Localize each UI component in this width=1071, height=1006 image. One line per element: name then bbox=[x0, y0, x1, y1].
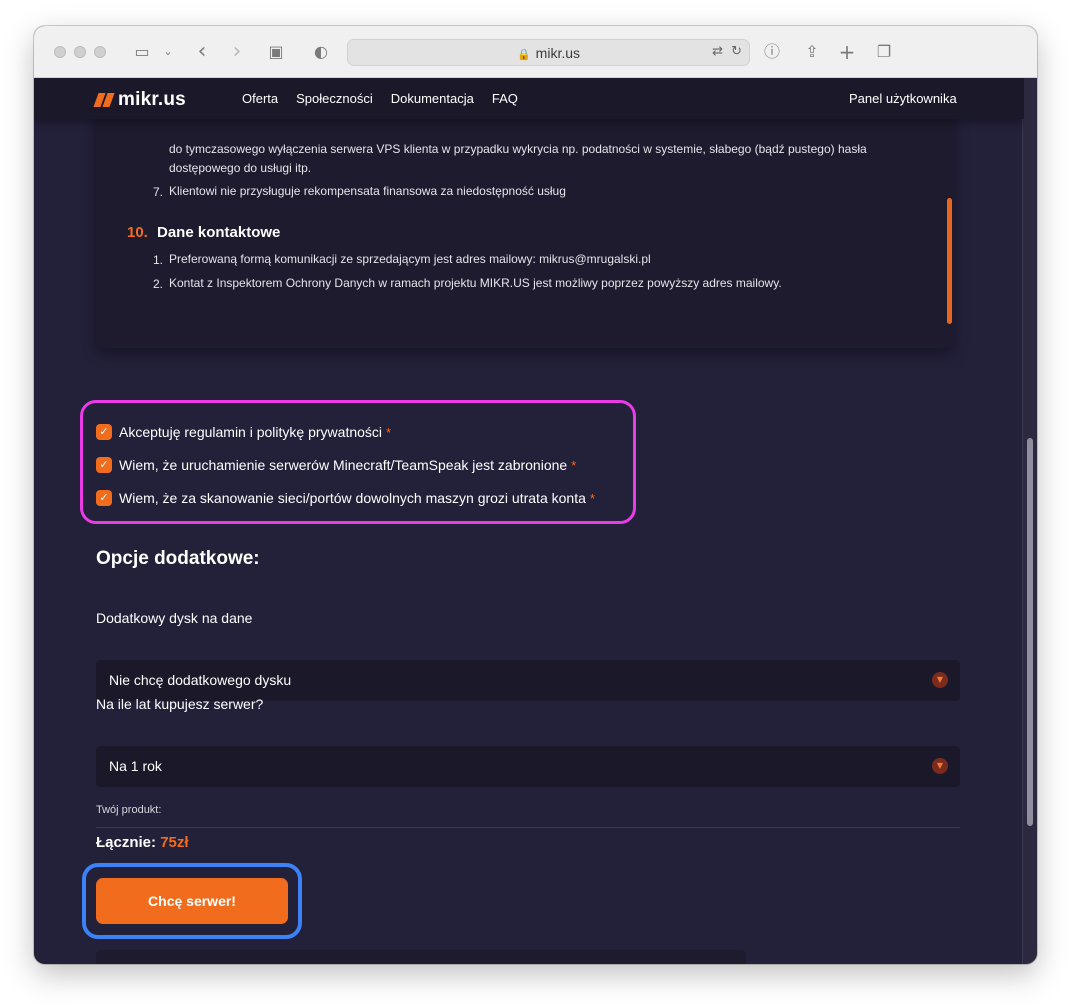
product-label: Twój produkt: bbox=[96, 804, 162, 816]
consent-scan-row[interactable]: ✓ Wiem, że za skanowanie sieci/portów do… bbox=[96, 490, 595, 506]
minimize-window-button[interactable] bbox=[74, 46, 86, 58]
section-title: Dane kontaktowe bbox=[157, 224, 281, 241]
nav-link-spolecznosci[interactable]: Społeczności bbox=[296, 91, 373, 106]
nav-link-dokumentacja[interactable]: Dokumentacja bbox=[391, 91, 474, 106]
zoom-window-button[interactable] bbox=[94, 46, 106, 58]
forward-icon[interactable]: › bbox=[225, 40, 249, 64]
required-marker: * bbox=[571, 457, 577, 473]
years-select-value: Na 1 rok bbox=[109, 758, 162, 774]
required-marker: * bbox=[589, 490, 595, 506]
info-icon[interactable]: ⓘ bbox=[760, 40, 784, 64]
disk-select[interactable]: Nie chcę dodatkowego dysku ▼ bbox=[96, 660, 960, 701]
nav-links: Oferta Społeczności Dokumentacja FAQ bbox=[242, 91, 518, 106]
consent-minecraft-row[interactable]: ✓ Wiem, że uruchamienie serwerów Minecra… bbox=[96, 457, 576, 473]
contact-item-2: Kontat z Inspektorem Ochrony Danych w ra… bbox=[169, 276, 782, 290]
chevron-down-icon: ▼ bbox=[932, 672, 948, 688]
shield-icon[interactable]: ◐ bbox=[309, 40, 333, 64]
top-nav: mikr.us Oferta Społeczności Dokumentacja… bbox=[34, 78, 1024, 119]
share-icon[interactable]: ⇪ bbox=[800, 40, 824, 64]
required-marker: * bbox=[386, 424, 392, 440]
checkbox-terms[interactable]: ✓ bbox=[96, 424, 112, 440]
terms-item-7-number: 7. bbox=[153, 185, 164, 199]
terms-item-6-line2: dostępowego do usługi itp. bbox=[169, 161, 312, 175]
terms-item-7: Klientowi nie przysługuje rekompensata f… bbox=[169, 184, 566, 198]
total-label: Łącznie: bbox=[96, 834, 157, 851]
tabs-overview-icon[interactable]: ❐ bbox=[872, 40, 896, 64]
section-number: 10. bbox=[127, 224, 148, 241]
contact-item-1-number: 1. bbox=[153, 253, 164, 267]
address-bar[interactable]: 🔒 mikr.us ⇄ ↻ bbox=[347, 39, 750, 66]
lock-icon: 🔒 bbox=[516, 48, 531, 61]
logo-icon bbox=[93, 93, 115, 107]
checkbox-terms-label: Akceptuję regulamin i politykę prywatnoś… bbox=[119, 424, 383, 440]
page-content: do tymczasowego wyłączenia serwera VPS k… bbox=[34, 78, 1024, 964]
options-heading: Opcje dodatkowe: bbox=[96, 548, 260, 569]
new-tab-icon[interactable]: + bbox=[835, 40, 859, 64]
reload-icon[interactable]: ↻ bbox=[731, 44, 742, 59]
years-label: Na ile lat kupujesz serwer? bbox=[96, 696, 264, 712]
translate-icon[interactable]: ⇄ bbox=[712, 44, 723, 59]
chevron-down-icon[interactable]: ⌄ bbox=[156, 40, 180, 64]
divider bbox=[96, 827, 960, 828]
total-price: 75zł bbox=[160, 834, 189, 851]
browser-window: ▭ ⌄ ‹ › ▣ ◐ 🔒 mikr.us ⇄ ↻ ⓘ ⇪ + ❐ do tymc… bbox=[34, 26, 1037, 964]
bottom-card bbox=[96, 950, 746, 964]
checkbox-minecraft[interactable]: ✓ bbox=[96, 457, 112, 473]
chevron-down-icon: ▼ bbox=[932, 758, 948, 774]
nav-link-oferta[interactable]: Oferta bbox=[242, 91, 278, 106]
sidebar-icon[interactable]: ▭ bbox=[130, 40, 154, 64]
contact-item-2-number: 2. bbox=[153, 277, 164, 291]
checkbox-minecraft-label: Wiem, że uruchamienie serwerów Minecraft… bbox=[119, 457, 568, 473]
order-server-button[interactable]: Chcę serwer! bbox=[96, 878, 288, 924]
consent-terms-row[interactable]: ✓ Akceptuję regulamin i politykę prywatn… bbox=[96, 424, 391, 440]
logo[interactable]: mikr.us bbox=[93, 89, 186, 111]
back-icon[interactable]: ‹ bbox=[190, 40, 214, 64]
checkbox-scan-label: Wiem, że za skanowanie sieci/portów dowo… bbox=[119, 490, 586, 506]
contact-item-1: Preferowaną formą komunikacji ze sprzeda… bbox=[169, 252, 651, 266]
extension-icon[interactable]: ▣ bbox=[264, 40, 288, 64]
total: Łącznie: 75zł bbox=[96, 834, 189, 851]
disk-select-value: Nie chcę dodatkowego dysku bbox=[109, 672, 292, 688]
browser-toolbar: ▭ ⌄ ‹ › ▣ ◐ 🔒 mikr.us ⇄ ↻ ⓘ ⇪ + ❐ bbox=[34, 26, 1037, 78]
checkbox-scan[interactable]: ✓ bbox=[96, 490, 112, 506]
user-panel-link[interactable]: Panel użytkownika bbox=[849, 91, 957, 106]
years-select[interactable]: Na 1 rok ▼ bbox=[96, 746, 960, 787]
terms-item-6-line1: do tymczasowego wyłączenia serwera VPS k… bbox=[169, 142, 867, 156]
page-scrollbar-thumb[interactable] bbox=[1027, 438, 1033, 826]
url-text: mikr.us bbox=[535, 45, 581, 61]
nav-link-faq[interactable]: FAQ bbox=[492, 91, 518, 106]
logo-text: mikr.us bbox=[118, 89, 186, 110]
close-window-button[interactable] bbox=[54, 46, 66, 58]
terms-scrollbar[interactable] bbox=[947, 198, 952, 324]
disk-label: Dodatkowy dysk na dane bbox=[96, 610, 253, 626]
